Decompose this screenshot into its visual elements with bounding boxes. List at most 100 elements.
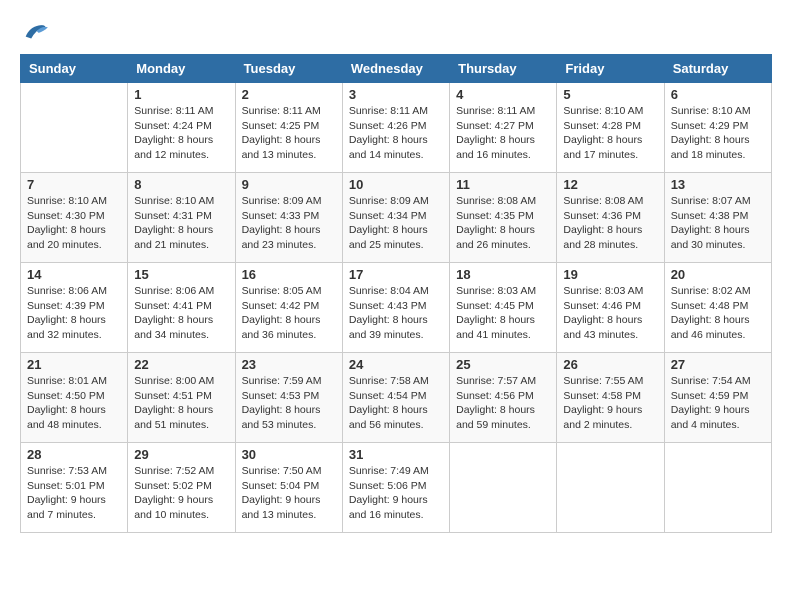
day-number: 21 bbox=[27, 357, 121, 372]
day-info: Sunrise: 8:06 AM Sunset: 4:41 PM Dayligh… bbox=[134, 284, 228, 343]
day-number: 12 bbox=[563, 177, 657, 192]
day-info: Sunrise: 8:10 AM Sunset: 4:30 PM Dayligh… bbox=[27, 194, 121, 253]
day-number: 24 bbox=[349, 357, 443, 372]
calendar-cell: 27Sunrise: 7:54 AM Sunset: 4:59 PM Dayli… bbox=[664, 353, 771, 443]
header-day-saturday: Saturday bbox=[664, 55, 771, 83]
day-number: 4 bbox=[456, 87, 550, 102]
day-number: 28 bbox=[27, 447, 121, 462]
day-info: Sunrise: 8:05 AM Sunset: 4:42 PM Dayligh… bbox=[242, 284, 336, 343]
day-info: Sunrise: 7:50 AM Sunset: 5:04 PM Dayligh… bbox=[242, 464, 336, 523]
header-day-tuesday: Tuesday bbox=[235, 55, 342, 83]
calendar-cell bbox=[557, 443, 664, 533]
calendar-cell: 1 Sunrise: 8:11 AM Sunset: 4:24 PM Daylig… bbox=[128, 83, 235, 173]
calendar-cell: 4 Sunrise: 8:11 AM Sunset: 4:27 PM Daylig… bbox=[450, 83, 557, 173]
calendar-cell: 11 Sunrise: 8:08 AM Sunset: 4:35 PM Dayli… bbox=[450, 173, 557, 263]
day-info: Sunrise: 8:04 AM Sunset: 4:43 PM Dayligh… bbox=[349, 284, 443, 343]
day-info: Sunrise: 8:00 AM Sunset: 4:51 PM Dayligh… bbox=[134, 374, 228, 433]
day-number: 10 bbox=[349, 177, 443, 192]
calendar-cell: 17 Sunrise: 8:04 AM Sunset: 4:43 PM Dayli… bbox=[342, 263, 449, 353]
day-number: 3 bbox=[349, 87, 443, 102]
day-number: 9 bbox=[242, 177, 336, 192]
day-number: 30 bbox=[242, 447, 336, 462]
day-info: Sunrise: 8:03 AM Sunset: 4:46 PM Dayligh… bbox=[563, 284, 657, 343]
day-number: 18 bbox=[456, 267, 550, 282]
day-info: Sunrise: 8:08 AM Sunset: 4:36 PM Dayligh… bbox=[563, 194, 657, 253]
day-info: Sunrise: 8:11 AM Sunset: 4:24 PM Dayligh… bbox=[134, 104, 228, 163]
day-number: 13 bbox=[671, 177, 765, 192]
day-info: Sunrise: 8:08 AM Sunset: 4:35 PM Dayligh… bbox=[456, 194, 550, 253]
calendar-cell: 30 Sunrise: 7:50 AM Sunset: 5:04 PM Dayli… bbox=[235, 443, 342, 533]
day-info: Sunrise: 8:11 AM Sunset: 4:25 PM Dayligh… bbox=[242, 104, 336, 163]
day-number: 20 bbox=[671, 267, 765, 282]
day-info: Sunrise: 8:11 AM Sunset: 4:27 PM Dayligh… bbox=[456, 104, 550, 163]
calendar-cell: 3Sunrise: 8:11 AM Sunset: 4:26 PM Daylig… bbox=[342, 83, 449, 173]
day-number: 17 bbox=[349, 267, 443, 282]
calendar-cell: 8Sunrise: 8:10 AM Sunset: 4:31 PM Daylig… bbox=[128, 173, 235, 263]
calendar-week-2: 7 Sunrise: 8:10 AM Sunset: 4:30 PM Daylig… bbox=[21, 173, 772, 263]
calendar-cell: 2Sunrise: 8:11 AM Sunset: 4:25 PM Daylig… bbox=[235, 83, 342, 173]
calendar-cell: 18 Sunrise: 8:03 AM Sunset: 4:45 PM Dayli… bbox=[450, 263, 557, 353]
day-info: Sunrise: 8:01 AM Sunset: 4:50 PM Dayligh… bbox=[27, 374, 121, 433]
day-number: 7 bbox=[27, 177, 121, 192]
day-info: Sunrise: 8:03 AM Sunset: 4:45 PM Dayligh… bbox=[456, 284, 550, 343]
day-number: 29 bbox=[134, 447, 228, 462]
day-number: 27 bbox=[671, 357, 765, 372]
day-info: Sunrise: 8:09 AM Sunset: 4:34 PM Dayligh… bbox=[349, 194, 443, 253]
day-info: Sunrise: 7:58 AM Sunset: 4:54 PM Dayligh… bbox=[349, 374, 443, 433]
day-info: Sunrise: 7:55 AM Sunset: 4:58 PM Dayligh… bbox=[563, 374, 657, 433]
header-day-monday: Monday bbox=[128, 55, 235, 83]
calendar-cell: 24 Sunrise: 7:58 AM Sunset: 4:54 PM Dayli… bbox=[342, 353, 449, 443]
day-info: Sunrise: 8:06 AM Sunset: 4:39 PM Dayligh… bbox=[27, 284, 121, 343]
calendar-week-4: 21 Sunrise: 8:01 AM Sunset: 4:50 PM Dayli… bbox=[21, 353, 772, 443]
calendar-cell: 25 Sunrise: 7:57 AM Sunset: 4:56 PM Dayli… bbox=[450, 353, 557, 443]
calendar-cell: 22 Sunrise: 8:00 AM Sunset: 4:51 PM Dayli… bbox=[128, 353, 235, 443]
day-number: 26 bbox=[563, 357, 657, 372]
calendar-cell: 10 Sunrise: 8:09 AM Sunset: 4:34 PM Dayli… bbox=[342, 173, 449, 263]
day-number: 22 bbox=[134, 357, 228, 372]
calendar-cell: 12 Sunrise: 8:08 AM Sunset: 4:36 PM Dayli… bbox=[557, 173, 664, 263]
calendar-cell bbox=[21, 83, 128, 173]
day-number: 1 bbox=[134, 87, 228, 102]
day-number: 5 bbox=[563, 87, 657, 102]
calendar-cell: 31Sunrise: 7:49 AM Sunset: 5:06 PM Dayli… bbox=[342, 443, 449, 533]
day-info: Sunrise: 8:02 AM Sunset: 4:48 PM Dayligh… bbox=[671, 284, 765, 343]
calendar-table: SundayMondayTuesdayWednesdayThursdayFrid… bbox=[20, 54, 772, 533]
calendar-cell: 9 Sunrise: 8:09 AM Sunset: 4:33 PM Daylig… bbox=[235, 173, 342, 263]
calendar-cell: 15 Sunrise: 8:06 AM Sunset: 4:41 PM Dayli… bbox=[128, 263, 235, 353]
day-number: 11 bbox=[456, 177, 550, 192]
header-day-wednesday: Wednesday bbox=[342, 55, 449, 83]
day-info: Sunrise: 8:10 AM Sunset: 4:28 PM Dayligh… bbox=[563, 104, 657, 163]
day-info: Sunrise: 7:53 AM Sunset: 5:01 PM Dayligh… bbox=[27, 464, 121, 523]
day-number: 31 bbox=[349, 447, 443, 462]
calendar-header-row: SundayMondayTuesdayWednesdayThursdayFrid… bbox=[21, 55, 772, 83]
day-info: Sunrise: 7:52 AM Sunset: 5:02 PM Dayligh… bbox=[134, 464, 228, 523]
calendar-cell: 7 Sunrise: 8:10 AM Sunset: 4:30 PM Daylig… bbox=[21, 173, 128, 263]
day-number: 15 bbox=[134, 267, 228, 282]
day-info: Sunrise: 7:59 AM Sunset: 4:53 PM Dayligh… bbox=[242, 374, 336, 433]
day-number: 8 bbox=[134, 177, 228, 192]
calendar-cell: 14 Sunrise: 8:06 AM Sunset: 4:39 PM Dayli… bbox=[21, 263, 128, 353]
calendar-cell: 21 Sunrise: 8:01 AM Sunset: 4:50 PM Dayli… bbox=[21, 353, 128, 443]
calendar-cell bbox=[450, 443, 557, 533]
calendar-cell: 13 Sunrise: 8:07 AM Sunset: 4:38 PM Dayli… bbox=[664, 173, 771, 263]
page-header bbox=[20, 20, 772, 44]
day-number: 25 bbox=[456, 357, 550, 372]
day-number: 6 bbox=[671, 87, 765, 102]
calendar-week-1: 1 Sunrise: 8:11 AM Sunset: 4:24 PM Daylig… bbox=[21, 83, 772, 173]
calendar-cell bbox=[664, 443, 771, 533]
calendar-cell: 6Sunrise: 8:10 AM Sunset: 4:29 PM Daylig… bbox=[664, 83, 771, 173]
day-info: Sunrise: 8:09 AM Sunset: 4:33 PM Dayligh… bbox=[242, 194, 336, 253]
calendar-week-5: 28 Sunrise: 7:53 AM Sunset: 5:01 PM Dayli… bbox=[21, 443, 772, 533]
day-info: Sunrise: 7:57 AM Sunset: 4:56 PM Dayligh… bbox=[456, 374, 550, 433]
calendar-cell: 29 Sunrise: 7:52 AM Sunset: 5:02 PM Dayli… bbox=[128, 443, 235, 533]
header-day-thursday: Thursday bbox=[450, 55, 557, 83]
day-number: 16 bbox=[242, 267, 336, 282]
header-day-sunday: Sunday bbox=[21, 55, 128, 83]
calendar-cell: 5 Sunrise: 8:10 AM Sunset: 4:28 PM Daylig… bbox=[557, 83, 664, 173]
calendar-cell: 26 Sunrise: 7:55 AM Sunset: 4:58 PM Dayli… bbox=[557, 353, 664, 443]
day-info: Sunrise: 8:07 AM Sunset: 4:38 PM Dayligh… bbox=[671, 194, 765, 253]
day-number: 14 bbox=[27, 267, 121, 282]
calendar-cell: 20 Sunrise: 8:02 AM Sunset: 4:48 PM Dayli… bbox=[664, 263, 771, 353]
calendar-cell: 23Sunrise: 7:59 AM Sunset: 4:53 PM Dayli… bbox=[235, 353, 342, 443]
logo-bird-icon bbox=[20, 20, 48, 44]
